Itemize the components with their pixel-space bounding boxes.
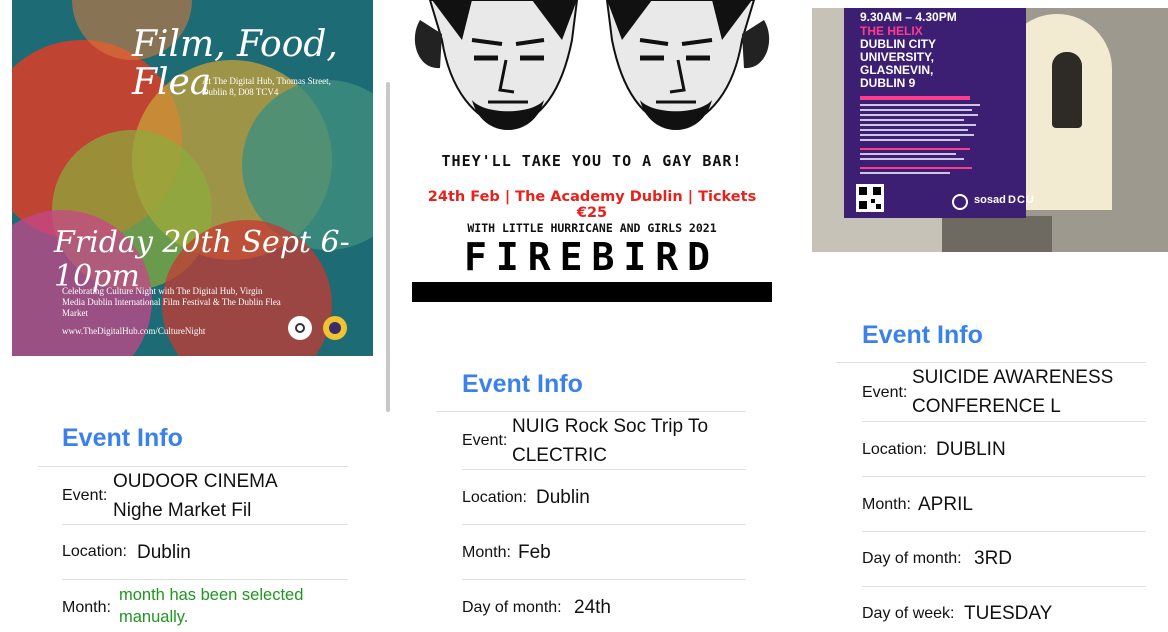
- divider: [62, 579, 348, 580]
- poster-bottom-bar: [412, 282, 772, 302]
- school-logo-icon: [952, 194, 968, 210]
- divider: [462, 469, 746, 470]
- event-info-title: Event Info: [462, 370, 583, 398]
- event-label: Event:: [62, 487, 108, 504]
- day-of-month-value: 3RD: [974, 548, 1013, 569]
- event-info-section: Event Info Event: OUDOOR CINEMA Nighe Ma…: [12, 356, 373, 632]
- event-info-section: Event Info Event: SUICIDE AWARENESS CONF…: [812, 252, 1168, 632]
- event-value: SUICIDE AWARENESS CONFERENCE L: [912, 367, 1114, 417]
- location-label: Location:: [862, 441, 927, 458]
- poster-tagline: THEY'LL TAKE YOU TO A GAY BAR!: [441, 152, 743, 170]
- event-value: NUIG Rock Soc Trip To CLECTRIC: [512, 416, 709, 466]
- poster-url: www.TheDigitalHub.com/CultureNight: [62, 326, 206, 336]
- day-of-month-label: Day of month:: [862, 550, 962, 567]
- portrait-right: [605, 0, 770, 130]
- poster-venue: At The Digital Hub, Thomas Street, Dubli…: [202, 76, 331, 97]
- event-label: Event:: [862, 384, 908, 401]
- scrollbar[interactable]: [386, 82, 390, 412]
- poster-venue-line2: DUBLIN CITY: [860, 37, 936, 51]
- event-poster-image[interactable]: THEY'LL TAKE YOU TO A GAY BAR! 24th Feb …: [412, 0, 772, 302]
- lincoln-portrait-pair-image: [414, 0, 770, 130]
- month-value: Feb: [518, 542, 551, 563]
- poster-venue-line4: GLASNEVIN,: [860, 63, 934, 77]
- poster-silhouette-figure: [1052, 52, 1082, 128]
- divider: [462, 579, 746, 580]
- month-value: APRIL: [918, 494, 973, 515]
- event-info-section: Event Info Event: NUIG Rock Soc Trip To …: [412, 302, 772, 632]
- festival-logo-icon: [323, 316, 347, 340]
- poster-time: 9.30AM – 4.30PM: [860, 10, 957, 24]
- event-info-title: Event Info: [862, 321, 983, 349]
- poster-info-panel: 9.30AM – 4.30PM THE HELIX DUBLIN CITY UN…: [844, 8, 1034, 218]
- divider: [862, 586, 1146, 587]
- event-card-rock-soc: THEY'LL TAKE YOU TO A GAY BAR! 24th Feb …: [412, 0, 772, 632]
- sosad-logo: sosad: [974, 194, 1006, 206]
- screenshot-collage: Film, Food, Flea At The Digital Hub, Tho…: [0, 0, 1168, 632]
- divider: [462, 524, 746, 525]
- poster-venue-line5: DUBLIN 9: [860, 76, 916, 90]
- day-of-week-value: TUESDAY: [964, 603, 1053, 624]
- month-label: Month:: [862, 496, 911, 513]
- event-poster-image[interactable]: 9.30AM – 4.30PM THE HELIX DUBLIN CITY UN…: [812, 8, 1168, 252]
- day-of-week-label: Day of week:: [862, 605, 955, 622]
- event-info-title: Event Info: [62, 424, 183, 452]
- divider: [862, 476, 1146, 477]
- event-card-outdoor-cinema: Film, Food, Flea At The Digital Hub, Tho…: [12, 0, 373, 632]
- day-of-month-value: 24th: [574, 597, 611, 618]
- poster-dateline: 24th Feb | The Academy Dublin | Tickets …: [427, 189, 757, 221]
- poster-supporting-acts: WITH LITTLE HURRICANE AND GIRLS 2021: [467, 221, 717, 235]
- event-label: Event:: [462, 432, 508, 449]
- month-label: Month:: [62, 599, 111, 616]
- month-label: Month:: [462, 544, 511, 561]
- divider: [62, 524, 348, 525]
- day-of-month-label: Day of month:: [462, 599, 562, 616]
- location-value: DUBLIN: [936, 439, 1006, 460]
- poster-floor-shadow: [942, 216, 1052, 252]
- qr-code-icon: [856, 184, 884, 212]
- poster-band-name: FIREBIRD: [463, 235, 720, 279]
- location-value: Dublin: [536, 487, 590, 508]
- divider: [862, 531, 1146, 532]
- poster-venue-line3: UNIVERSITY,: [860, 50, 935, 64]
- event-value: OUDOOR CINEMA Nighe Market Fil: [113, 471, 277, 521]
- poster-celebrating: Celebrating Culture Night with The Digit…: [62, 286, 281, 318]
- dcu-logo: DCU: [1008, 194, 1035, 206]
- event-card-suicide-awareness: 9.30AM – 4.30PM THE HELIX DUBLIN CITY UN…: [812, 0, 1168, 632]
- event-poster-image[interactable]: Film, Food, Flea At The Digital Hub, Tho…: [12, 0, 373, 356]
- location-label: Location:: [462, 489, 527, 506]
- poster-venue-line1: THE HELIX: [860, 24, 923, 38]
- portrait-left: [414, 0, 579, 130]
- month-manual-note: month has been selected manually.: [119, 586, 304, 626]
- divider: [862, 421, 1146, 422]
- poster-date: Friday 20th Sept 6-10pm: [54, 225, 350, 294]
- location-value: Dublin: [137, 542, 191, 563]
- location-label: Location:: [62, 543, 127, 560]
- digital-hub-logo-icon: [288, 316, 312, 340]
